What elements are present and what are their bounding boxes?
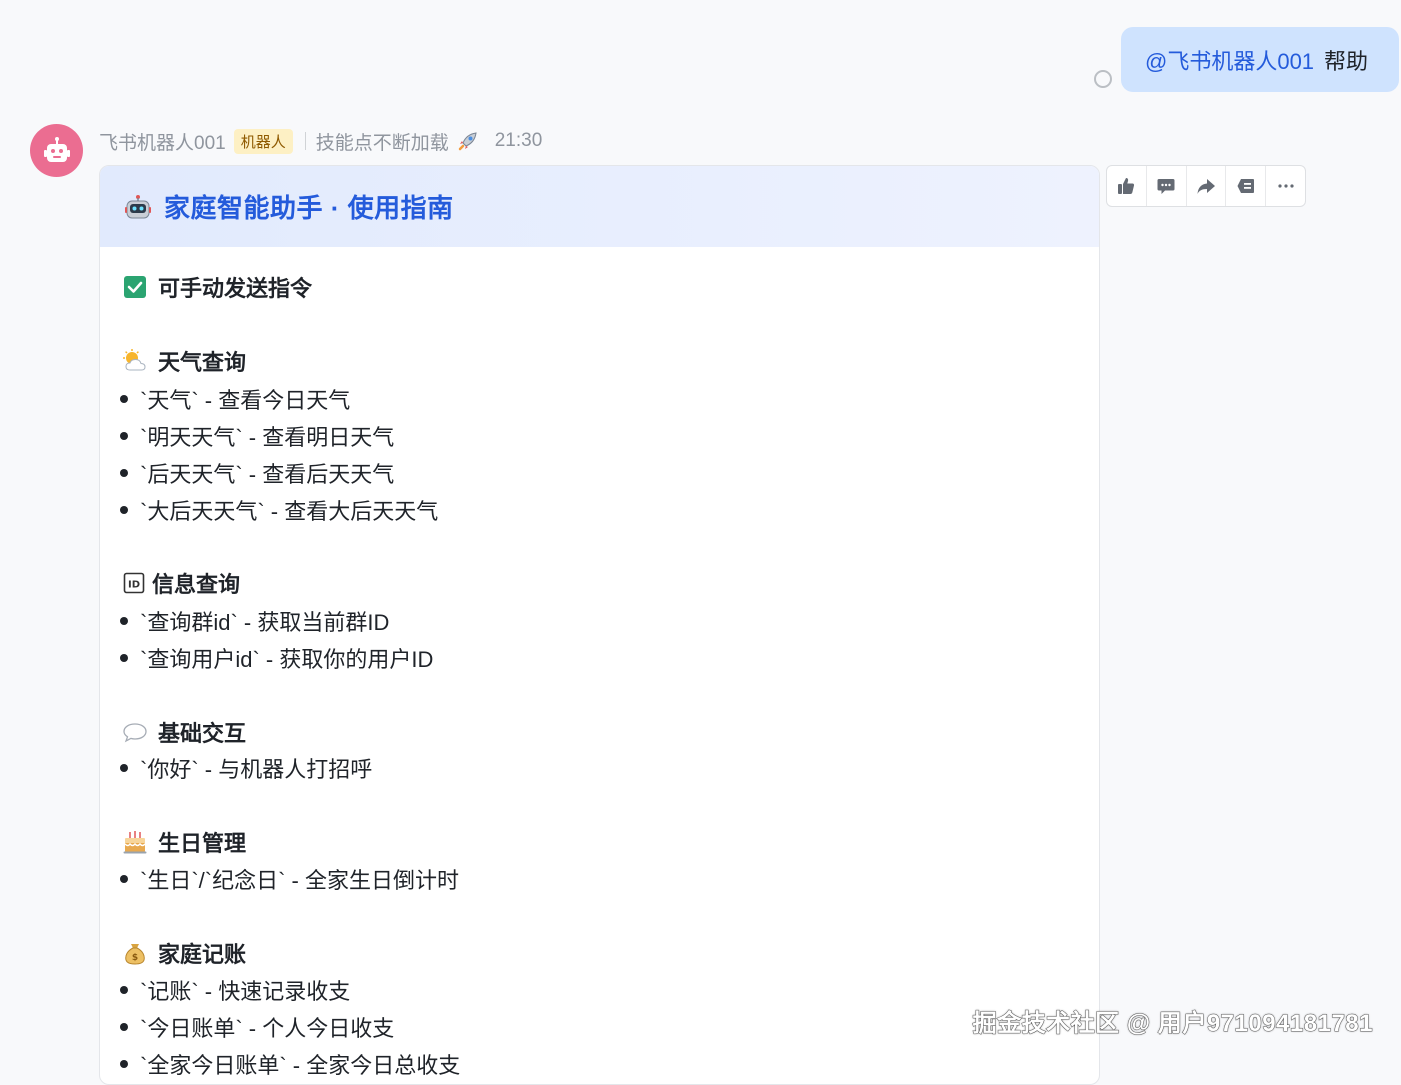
bullet xyxy=(120,1060,128,1068)
bullet xyxy=(120,506,128,514)
section-title: 生日管理 xyxy=(158,831,247,856)
bullet xyxy=(120,617,128,625)
intro-text: 可手动发送指令 xyxy=(158,276,313,301)
list-item: `全家今日账单` - 全家今日总收支 xyxy=(120,1048,460,1080)
list-item: `记账` - 快速记录收支 xyxy=(120,974,350,1006)
money-bag-icon: $ xyxy=(122,940,148,966)
list-item: `大后天天气` - 查看大后天天气 xyxy=(120,494,438,526)
command-text: `你好` - 与机器人打招呼 xyxy=(140,757,373,782)
bot-message-header: 飞书机器人001 机器人 技能点不断加载 21:30 xyxy=(99,126,542,156)
sun-cloud-icon xyxy=(122,348,148,374)
svg-text:ID: ID xyxy=(128,580,140,591)
thumbs-up-icon xyxy=(1118,178,1135,194)
card-title: 家庭智能助手 · 使用指南 xyxy=(164,193,454,223)
list-item: `查询群id` - 获取当前群ID xyxy=(120,605,389,637)
pin-icon xyxy=(1237,179,1254,193)
command-text: `查询群id` - 获取当前群ID xyxy=(140,610,390,635)
birthday-cake-icon xyxy=(122,829,148,855)
forward-button[interactable] xyxy=(1187,166,1227,206)
section-title: 天气查询 xyxy=(158,350,247,375)
bot-badge: 机器人 xyxy=(233,128,293,154)
list-item: `查询用户id` - 获取你的用户ID xyxy=(120,642,433,674)
list-item: `后天天气` - 查看后天天气 xyxy=(120,457,394,489)
thumbs-up-button[interactable] xyxy=(1107,166,1147,206)
command-text: `天气` - 查看今日天气 xyxy=(140,388,351,413)
bullet xyxy=(120,1023,128,1031)
command-text: `后天天气` - 查看后天天气 xyxy=(140,462,395,487)
forward-icon xyxy=(1197,179,1215,194)
card-header: 家庭智能助手 · 使用指南 xyxy=(100,166,1099,247)
section-title-info: ID 信息查询 xyxy=(122,567,240,599)
bullet xyxy=(120,432,128,440)
comment-button[interactable] xyxy=(1147,166,1187,206)
message-read-status-icon xyxy=(1094,70,1112,88)
bullet xyxy=(120,764,128,772)
list-item: `今日账单` - 个人今日收支 xyxy=(120,1011,394,1043)
intro-line: 可手动发送指令 xyxy=(122,271,312,303)
list-item: `天气` - 查看今日天气 xyxy=(120,383,350,415)
section-title-interaction: 基础交互 xyxy=(122,716,246,748)
list-item: `你好` - 与机器人打招呼 xyxy=(120,752,372,784)
command-text: `记账` - 快速记录收支 xyxy=(140,979,351,1004)
message-action-toolbar xyxy=(1106,165,1306,207)
rocket-icon xyxy=(457,130,479,152)
comment-icon xyxy=(1157,179,1175,194)
bullet xyxy=(120,986,128,994)
pin-button[interactable] xyxy=(1226,166,1267,206)
command-text: `大后天天气` - 查看大后天天气 xyxy=(140,499,439,524)
bot-signature: 技能点不断加载 xyxy=(315,132,449,154)
user-message-bubble[interactable]: @飞书机器人001 帮助 xyxy=(1121,27,1399,92)
check-mark-icon xyxy=(122,274,148,300)
section-title: 信息查询 xyxy=(152,572,241,597)
watermark: 掘金技术社区 @ 用户971094181781 xyxy=(972,1010,1373,1038)
list-item: `明天天气` - 查看明日天气 xyxy=(120,420,394,452)
message-card: 家庭智能助手 · 使用指南 可手动发送指令 天气查询 `天气` - 查看今日天气 xyxy=(99,165,1100,1085)
section-title: 基础交互 xyxy=(158,721,247,746)
bullet xyxy=(120,654,128,662)
message-timestamp: 21:30 xyxy=(494,130,543,151)
command-text: `生日`/`纪念日` - 全家生日倒计时 xyxy=(140,868,459,893)
bot-name[interactable]: 飞书机器人001 xyxy=(99,128,226,155)
user-message-text: 帮助 xyxy=(1324,48,1369,74)
bot-avatar[interactable] xyxy=(30,124,83,177)
command-text: `查询用户id` - 获取你的用户ID xyxy=(140,647,434,672)
section-title-weather: 天气查询 xyxy=(122,345,246,377)
svg-text:$: $ xyxy=(132,953,138,963)
command-text: `今日账单` - 个人今日收支 xyxy=(140,1016,395,1041)
bullet xyxy=(120,395,128,403)
id-icon: ID xyxy=(122,570,148,596)
section-title-birthday: 生日管理 xyxy=(122,826,246,858)
more-icon xyxy=(1277,184,1294,188)
header-divider xyxy=(304,132,306,150)
section-title-accounting: $ 家庭记账 xyxy=(122,937,246,969)
speech-bubble-icon xyxy=(122,719,148,745)
bullet xyxy=(120,469,128,477)
more-button[interactable] xyxy=(1266,166,1305,206)
robot-icon xyxy=(43,136,70,162)
bullet xyxy=(120,875,128,883)
command-text: `明天天气` - 查看明日天气 xyxy=(140,425,395,450)
section-title: 家庭记账 xyxy=(158,942,247,967)
robot-face-icon xyxy=(124,193,152,221)
mention-link[interactable]: @飞书机器人001 xyxy=(1145,44,1314,76)
command-text: `全家今日账单` - 全家今日总收支 xyxy=(140,1053,461,1078)
list-item: `生日`/`纪念日` - 全家生日倒计时 xyxy=(120,863,459,895)
